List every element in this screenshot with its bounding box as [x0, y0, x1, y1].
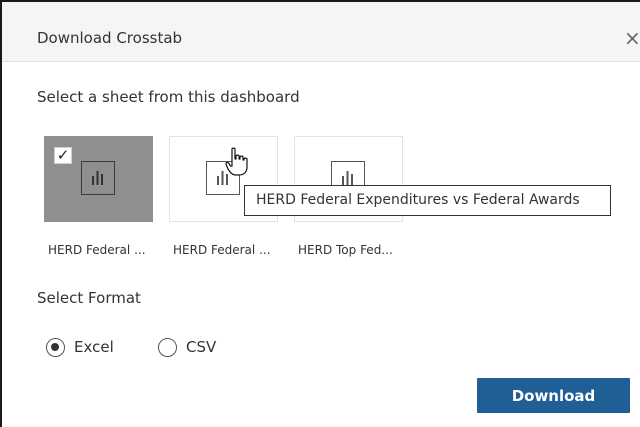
dialog-header: Download Crosstab ×	[2, 2, 640, 62]
close-icon[interactable]: ×	[624, 28, 640, 48]
sheet-card-1[interactable]: ✓	[44, 136, 153, 222]
radio-selected-dot	[51, 343, 59, 351]
format-section-label: Select Format	[37, 289, 141, 307]
format-option-csv[interactable]: CSV	[158, 337, 228, 359]
download-button[interactable]: Download	[477, 378, 630, 413]
download-crosstab-dialog: Download Crosstab × Select a sheet from …	[0, 0, 640, 427]
radio-label-csv: CSV	[186, 338, 217, 356]
bar-chart-icon	[81, 161, 115, 195]
radio-button-csv[interactable]	[158, 338, 177, 357]
radio-label-excel: Excel	[74, 338, 114, 356]
sheet-name-2: HERD Federal ...	[173, 243, 271, 257]
sheet-name-1: HERD Federal ...	[48, 243, 146, 257]
format-option-excel[interactable]: Excel	[46, 337, 126, 359]
sheet-section-label: Select a sheet from this dashboard	[37, 88, 300, 106]
sheet-checkbox[interactable]: ✓	[54, 147, 72, 164]
radio-button-excel[interactable]	[46, 338, 65, 357]
sheet-name-3: HERD Top Fed...	[298, 243, 393, 257]
dialog-title: Download Crosstab	[37, 29, 183, 47]
window-border-left	[0, 0, 2, 427]
hand-pointer-cursor-icon	[225, 147, 249, 177]
sheet-tooltip: HERD Federal Expenditures vs Federal Awa…	[244, 185, 611, 216]
